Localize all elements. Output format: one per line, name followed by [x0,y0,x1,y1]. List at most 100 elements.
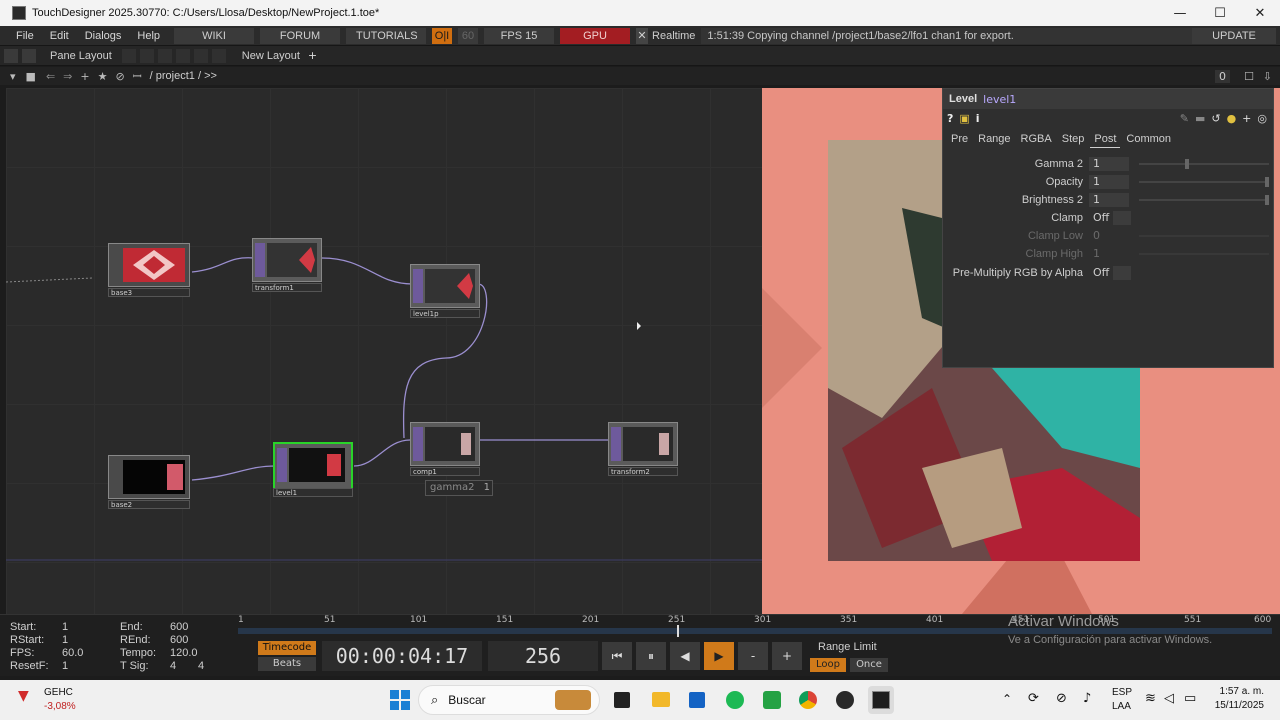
minimize-button[interactable]: — [1160,0,1200,26]
bookmark-star-icon[interactable]: ★ [98,70,108,83]
play-button[interactable]: ▶ [704,642,734,670]
layout-slot-4[interactable] [175,48,190,63]
windows-start-icon[interactable] [390,690,410,710]
rewind-button[interactable]: ⏮ [602,642,632,670]
stop-icon[interactable]: ■ [26,70,36,83]
network-off-icon[interactable]: ⊘ [1056,691,1067,706]
tab-rgba[interactable]: RGBA [1017,131,1056,148]
battery-icon[interactable]: ▭ [1184,691,1196,706]
param-value-field[interactable]: 1 [1089,157,1129,171]
fps-value[interactable]: 60.0 [62,647,83,659]
forward-icon[interactable]: ⇒ [63,70,72,83]
volume-icon[interactable]: ◁ [1164,691,1174,706]
tab-pre[interactable]: Pre [947,131,972,148]
layout-slot-3[interactable] [157,48,172,63]
python-icon[interactable]: ▣ [959,112,969,125]
op-name-field[interactable]: level1 [983,92,1017,106]
node-level1p[interactable]: level1p [410,264,480,318]
beats-toggle[interactable]: Beats [258,657,316,671]
pane-menu-icon[interactable]: ▾ [10,70,16,83]
store-icon[interactable] [689,692,705,708]
taskbar-search[interactable]: ⌕ Buscar [418,685,600,715]
help-icon[interactable]: ? [947,112,953,125]
node-base2[interactable]: base2 [108,455,190,509]
perform-mode-button[interactable]: O|I [432,27,453,44]
menu-file[interactable]: File [8,30,42,42]
layout-slot-1[interactable] [121,48,136,63]
add-param-icon[interactable]: + [1242,112,1251,125]
param-value-field[interactable]: 0 [1089,229,1129,243]
timecode-display[interactable]: 00:00:04:17 [322,641,482,671]
sync-icon[interactable]: ⟳ [1028,691,1039,706]
keyboard-layout[interactable]: LAA [1112,701,1131,712]
network-editor[interactable]: base3 transform1 level1p comp1 transform… [6,88,762,614]
tab-step[interactable]: Step [1058,131,1089,148]
pane-icon-2[interactable] [22,48,36,63]
playhead[interactable] [677,625,679,637]
menu-dialogs[interactable]: Dialogs [77,30,130,42]
wifi-icon[interactable]: ≋ [1145,691,1156,706]
undo-icon[interactable]: ↺ [1211,112,1220,125]
new-layout-button[interactable]: New Layout [242,50,300,62]
tutorials-button[interactable]: TUTORIALS [346,27,427,44]
resetf-value[interactable]: 1 [62,660,68,672]
node-transform1[interactable]: transform1 [252,238,322,292]
tsig-denominator[interactable]: 4 [198,660,204,672]
param-slider[interactable] [1139,195,1269,205]
timecode-toggle[interactable]: Timecode [258,641,316,655]
param-slider[interactable] [1139,159,1269,169]
input-port[interactable] [413,269,423,303]
chrome-icon[interactable] [799,691,817,709]
param-toggle[interactable] [1113,266,1131,280]
param-toggle-value[interactable]: Off [1089,266,1113,280]
task-view-icon[interactable] [614,692,630,708]
param-value-field[interactable]: 1 [1089,193,1129,207]
realtime-checkbox[interactable]: ✕ [636,27,649,44]
python-globe-icon[interactable]: ● [1227,112,1237,125]
input-port[interactable] [611,427,621,461]
input-port[interactable] [413,427,423,461]
pane-icon-1[interactable] [4,48,18,63]
update-button[interactable]: UPDATE [1192,27,1276,44]
close-button[interactable]: ✕ [1240,0,1280,26]
app-green-icon[interactable] [763,691,781,709]
show-hidden-icons[interactable]: ⌃ [1002,692,1012,706]
language-indicator[interactable]: ESP [1112,687,1132,698]
node-level1-selected[interactable]: level1 [273,442,353,502]
edit-icon[interactable]: ✎ [1180,112,1189,125]
tab-range[interactable]: Range [974,131,1014,148]
end-value[interactable]: 600 [170,621,188,633]
wiki-button[interactable]: WIKI [174,27,255,44]
touchdesigner-taskbar-active[interactable] [868,686,894,714]
info-icon[interactable]: i [976,112,980,125]
microphone-icon[interactable]: ♪ [1083,691,1091,706]
rend-value[interactable]: 600 [170,634,188,646]
back-icon[interactable]: ⇐ [46,70,55,83]
settings-icon[interactable]: ◎ [1257,112,1267,125]
input-port[interactable] [277,448,287,482]
clock-date[interactable]: 15/11/2025 [1200,700,1264,711]
param-toggle-value[interactable]: Off [1089,211,1113,225]
param-value-field[interactable]: 1 [1089,247,1129,261]
pane-split-icon[interactable]: ⇩ [1263,70,1272,83]
param-value-field[interactable]: 1 [1089,175,1129,189]
param-slider[interactable] [1139,177,1269,187]
step-plus-button[interactable]: + [772,642,802,670]
search-network-icon[interactable]: ⊘ [115,70,124,83]
add-icon[interactable]: + [80,70,89,83]
comment-icon[interactable]: ▬ [1195,112,1205,125]
step-minus-button[interactable]: - [738,642,768,670]
app-dark-icon[interactable] [836,691,854,709]
spotify-icon[interactable] [726,691,744,709]
maximize-button[interactable]: ☐ [1200,0,1240,26]
layout-slot-2[interactable] [139,48,154,63]
tsig-numerator[interactable]: 4 [170,660,176,672]
tab-post[interactable]: Post [1090,131,1121,148]
param-toggle[interactable] [1113,211,1131,225]
loop-toggle[interactable]: Loop [810,658,846,672]
frame-display[interactable]: 256 [488,641,598,671]
step-back-button[interactable]: ◀ [670,642,700,670]
wire-icon[interactable]: ꟷ [133,69,142,84]
clock-time[interactable]: 1:57 a. m. [1210,686,1264,697]
param-slider[interactable] [1139,235,1269,237]
